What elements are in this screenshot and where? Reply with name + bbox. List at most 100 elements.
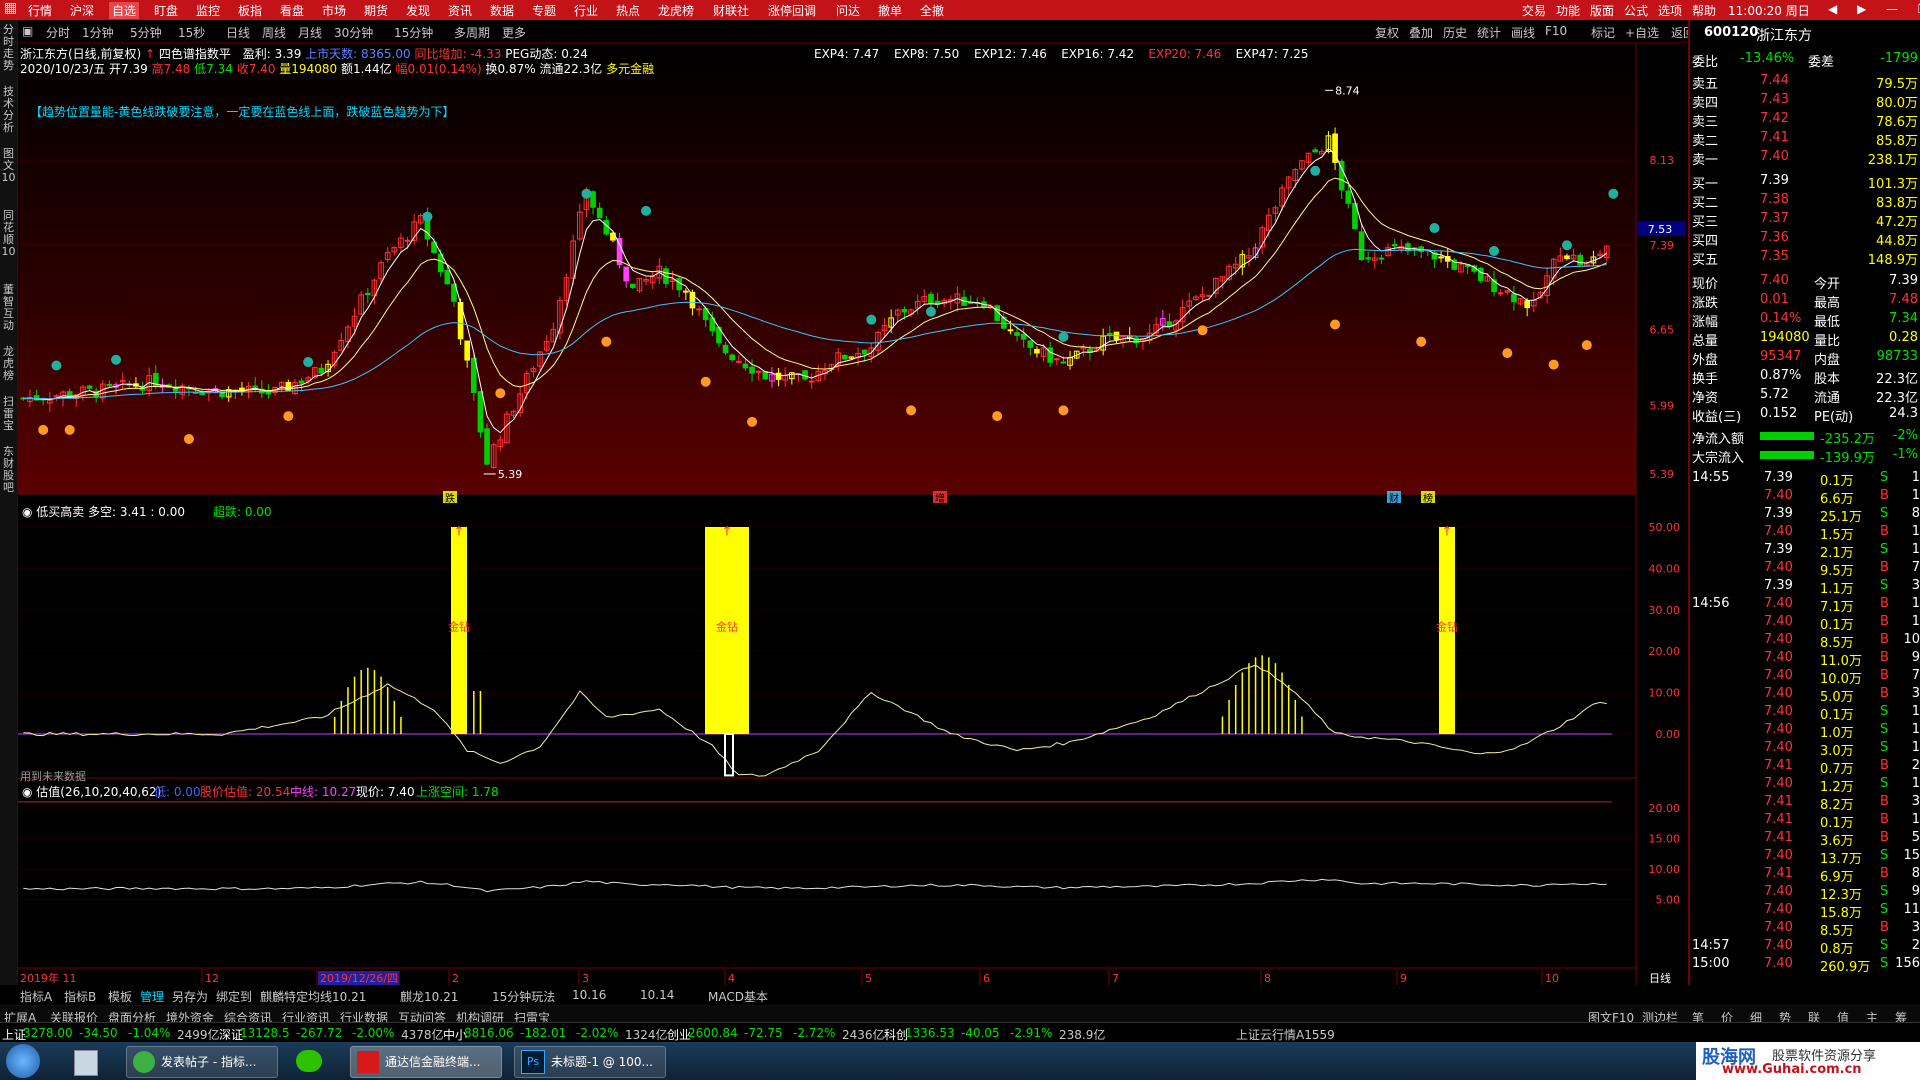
indicator-tab[interactable]: 模板 <box>108 988 132 1005</box>
indicator-tab[interactable]: MACD基本 <box>708 988 768 1005</box>
taskbar-app-3[interactable]: Ps 未标题-1 @ 100... <box>514 1046 666 1078</box>
chart-toolbar-button[interactable]: F10 <box>1545 24 1567 38</box>
left-tab[interactable]: 分时走势 <box>1 24 16 72</box>
menu-item[interactable]: 数据 <box>490 2 514 19</box>
menu-item[interactable]: 期货 <box>364 2 388 19</box>
menu-item[interactable]: 财联社 <box>713 2 749 19</box>
period-tab[interactable]: 5分钟 <box>130 24 162 41</box>
tick-count: 8 <box>1911 506 1920 521</box>
period-tab[interactable]: 月线 <box>298 24 322 41</box>
menu-item-right[interactable]: 选项 <box>1658 2 1682 19</box>
stat-value: 7.48 <box>1889 292 1918 307</box>
bid-price: 7.38 <box>1760 192 1789 207</box>
period-tab[interactable]: 周线 <box>262 24 286 41</box>
indicator-tab[interactable]: 另存为 <box>172 988 208 1005</box>
indicator-tab[interactable]: 10.16 <box>572 988 606 1002</box>
stat-label: 内盘 <box>1814 353 1841 368</box>
menu-item[interactable]: 盯盘 <box>154 2 178 19</box>
bar-float: 流通22.3亿 <box>539 62 603 76</box>
menu-item[interactable]: 问达 <box>836 2 860 19</box>
indicator-tab[interactable]: 麒麟特定均线10.21 <box>260 988 366 1005</box>
menu-item[interactable]: 专题 <box>532 2 556 19</box>
layout-icon[interactable]: ▣ <box>22 24 33 38</box>
period-tab[interactable]: 15分钟 <box>394 24 433 41</box>
stat-value: 0.152 <box>1760 406 1798 421</box>
menu-item-right[interactable]: 帮助 <box>1692 2 1716 19</box>
chart-toolbar-button[interactable]: +自选 <box>1625 24 1659 41</box>
bid-price: 7.36 <box>1760 230 1789 245</box>
bar-high: 高7.48 <box>151 62 191 76</box>
buy-signal-icon <box>992 411 1003 422</box>
start-button[interactable] <box>6 1044 40 1078</box>
menu-item[interactable]: 监控 <box>196 2 220 19</box>
indicator-tab[interactable]: 10.14 <box>640 988 674 1002</box>
menu-item[interactable]: 板指 <box>238 2 262 19</box>
left-tab[interactable]: 图文10 <box>1 148 16 184</box>
tick-side: B <box>1880 758 1889 773</box>
window-controls[interactable]: ◀ ▶ — ❐ ✕ <box>1828 2 1920 16</box>
menu-item[interactable]: 热点 <box>616 2 640 19</box>
app-logo-icon[interactable]: ▦ <box>4 0 17 16</box>
buy-signal-icon <box>601 336 612 347</box>
menu-item-right[interactable]: 版面 <box>1590 2 1614 19</box>
chart-toolbar-button[interactable]: 复权 <box>1375 24 1399 41</box>
menu-item[interactable]: 自选 <box>109 2 140 19</box>
menu-item[interactable]: 行情 <box>28 2 52 19</box>
left-tab[interactable]: 东财股吧 <box>1 446 16 494</box>
period-tab[interactable]: 分时 <box>46 24 70 41</box>
left-tab[interactable]: 龙虎榜 <box>1 346 16 382</box>
indicator-tab[interactable]: 绑定到 <box>216 988 252 1005</box>
menu-item-right[interactable]: 功能 <box>1556 2 1580 19</box>
left-tab[interactable]: 同花顺10 <box>1 210 16 258</box>
menu-item[interactable]: 行业 <box>574 2 598 19</box>
period-tab[interactable]: 1分钟 <box>82 24 114 41</box>
menu-item[interactable]: 撤单 <box>878 2 902 19</box>
chart-toolbar-button[interactable]: 统计 <box>1477 24 1501 41</box>
indicator-tab[interactable]: 指标B <box>64 988 96 1005</box>
windows-taskbar: 发表帖子 - 指标... 通达信金融终端... Ps 未标题-1 @ 100...… <box>0 1042 1920 1080</box>
chart-toolbar-button[interactable]: 标记 <box>1591 24 1615 41</box>
menu-item[interactable]: 资讯 <box>448 2 472 19</box>
chart-toolbar-button[interactable]: 历史 <box>1443 24 1467 41</box>
taskbar-app-2[interactable]: 通达信金融终端... <box>350 1046 502 1078</box>
candle-body <box>364 292 371 296</box>
menu-item[interactable]: 市场 <box>322 2 346 19</box>
menu-item[interactable]: 沪深 <box>70 2 94 19</box>
period-tab[interactable]: 多周期 <box>454 24 490 41</box>
indicator-tab[interactable]: 麒龙10.21 <box>400 988 458 1005</box>
bid-volume: 83.8万 <box>1876 196 1918 211</box>
index-quote: -2.91% <box>1010 1026 1053 1040</box>
period-tab[interactable]: 日线 <box>226 24 250 41</box>
chart-toolbar-button[interactable]: 叠加 <box>1409 24 1433 41</box>
period-tab[interactable]: 15秒 <box>178 24 205 41</box>
menu-item[interactable]: 全撤 <box>920 2 944 19</box>
stat-label: 净资 <box>1692 391 1719 406</box>
candle-body <box>1438 256 1444 259</box>
menu-item[interactable]: 涨停回调 <box>768 2 816 19</box>
wechat-icon[interactable] <box>296 1050 322 1072</box>
flow-value: -139.9万 <box>1820 451 1875 466</box>
menu-item-right[interactable]: 交易 <box>1522 2 1546 19</box>
period-tab[interactable]: 30分钟 <box>334 24 373 41</box>
candle-body <box>477 391 484 433</box>
candle-body <box>318 367 325 374</box>
menu-item[interactable]: 看盘 <box>280 2 304 19</box>
index-quote: 1336.53 <box>905 1026 955 1040</box>
trade-tick-row: 7.41 0.1万 B 1 <box>1690 811 1920 831</box>
indicator-tab[interactable]: 15分钟玩法 <box>492 988 555 1005</box>
chart-area[interactable]: 8.74 5.39 跌 增 财 榜 【趋势位置量能-黄色线跌破要注意，一定要在蓝色线上面，跌… <box>0 0 1920 1080</box>
menu-item[interactable]: 发现 <box>406 2 430 19</box>
period-tab[interactable]: 更多 <box>502 24 526 41</box>
indicator-tab[interactable]: 指标A <box>20 988 52 1005</box>
indicator-tick: 40.00 <box>1649 562 1681 575</box>
indicator-tab[interactable]: 管理 <box>140 988 164 1005</box>
menu-item-right[interactable]: 公式 <box>1624 2 1648 19</box>
indicator-name[interactable]: 四色谱指数平 <box>159 47 231 61</box>
left-tab[interactable]: 扫雷宝 <box>1 396 16 432</box>
left-tab[interactable]: 技术分析 <box>1 86 16 134</box>
calculator-icon[interactable] <box>74 1050 98 1076</box>
chart-toolbar-button[interactable]: 画线 <box>1511 24 1535 41</box>
taskbar-app-1[interactable]: 发表帖子 - 指标... <box>126 1046 278 1078</box>
menu-item[interactable]: 龙虎榜 <box>658 2 694 19</box>
left-tab[interactable]: 董智互动 <box>1 284 16 332</box>
